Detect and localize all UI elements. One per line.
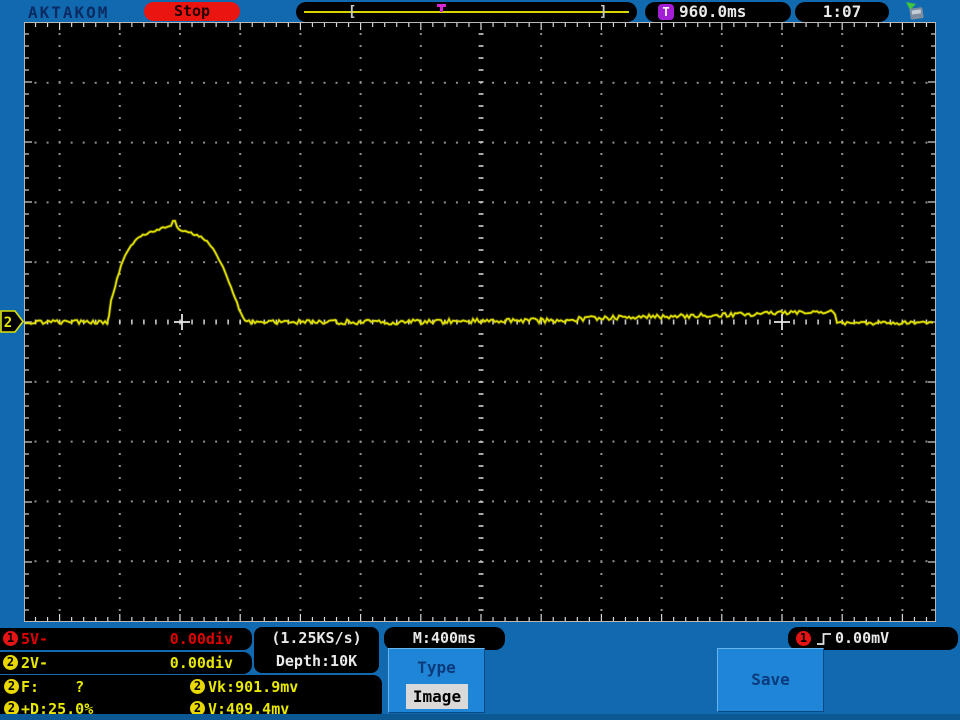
clock: 1:07 (795, 2, 889, 22)
waveform-trace-ch2 (24, 220, 934, 326)
ch2-scale: 2V- (21, 654, 49, 672)
acquisition-info-box: (1.25KS/s) Depth:10K (254, 627, 379, 673)
type-label: Type (417, 658, 456, 677)
ch2-badge: 2 (3, 655, 18, 670)
type-button[interactable]: Type Image (388, 648, 485, 713)
usb-storage-icon (906, 2, 924, 20)
horizontal-position-bar: [ ] (296, 2, 637, 22)
oscilloscope-screen: AKTAKOM Stop [ ] T 960.0ms 1:07 2 1 5V- … (0, 0, 960, 720)
window-right-bracket: ] (599, 4, 608, 20)
ch1-offset: 0.00div (169, 630, 233, 648)
brand-label: AKTAKOM (28, 3, 110, 22)
rising-edge-icon (817, 633, 831, 645)
ch1-badge: 1 (3, 631, 18, 646)
ch1-scale: 5V- (21, 630, 49, 648)
ch2-info-box: 2 2V- 0.00div (0, 652, 252, 674)
scope-display (24, 22, 936, 622)
trigger-position-marker-stem (440, 7, 443, 12)
ch1-info-box: 1 5V- 0.00div (0, 628, 252, 650)
run-state-indicator: Stop (144, 2, 240, 21)
window-left-bracket: [ (348, 4, 357, 20)
sample-rate-value: (1.25KS/s) (271, 629, 362, 647)
depth-value: Depth:10K (275, 652, 358, 670)
trigger-time-pill: T 960.0ms (645, 2, 791, 22)
trigger-time-value: 960.0ms (679, 2, 747, 21)
ch2-offset: 0.00div (169, 654, 233, 672)
measure-badge: 2 (190, 679, 205, 694)
bottom-bezel-strip (0, 714, 960, 720)
trigger-level-value: 0.00mV (835, 629, 890, 647)
frequency-value: F: ? (21, 678, 85, 696)
trigger-level-pill: 1 0.00mV (788, 627, 958, 650)
channel2-marker-tag: 2 (0, 310, 25, 333)
waveform-trace-ch2 (24, 219, 934, 328)
measure-badge: 2 (4, 679, 19, 694)
vk-value: Vk:901.9mv (208, 678, 299, 696)
timebase-pill: M:400ms (384, 627, 505, 650)
save-button[interactable]: Save (717, 648, 824, 712)
type-value-image[interactable]: Image (406, 684, 468, 709)
trigger-t-badge: T (658, 4, 674, 20)
scope-grid-and-trace (24, 23, 935, 621)
svg-text:2: 2 (4, 315, 12, 331)
measurement-row: 2 F: ? 2 Vk:901.9mv (0, 676, 382, 698)
trigger-channel-badge: 1 (796, 631, 811, 646)
